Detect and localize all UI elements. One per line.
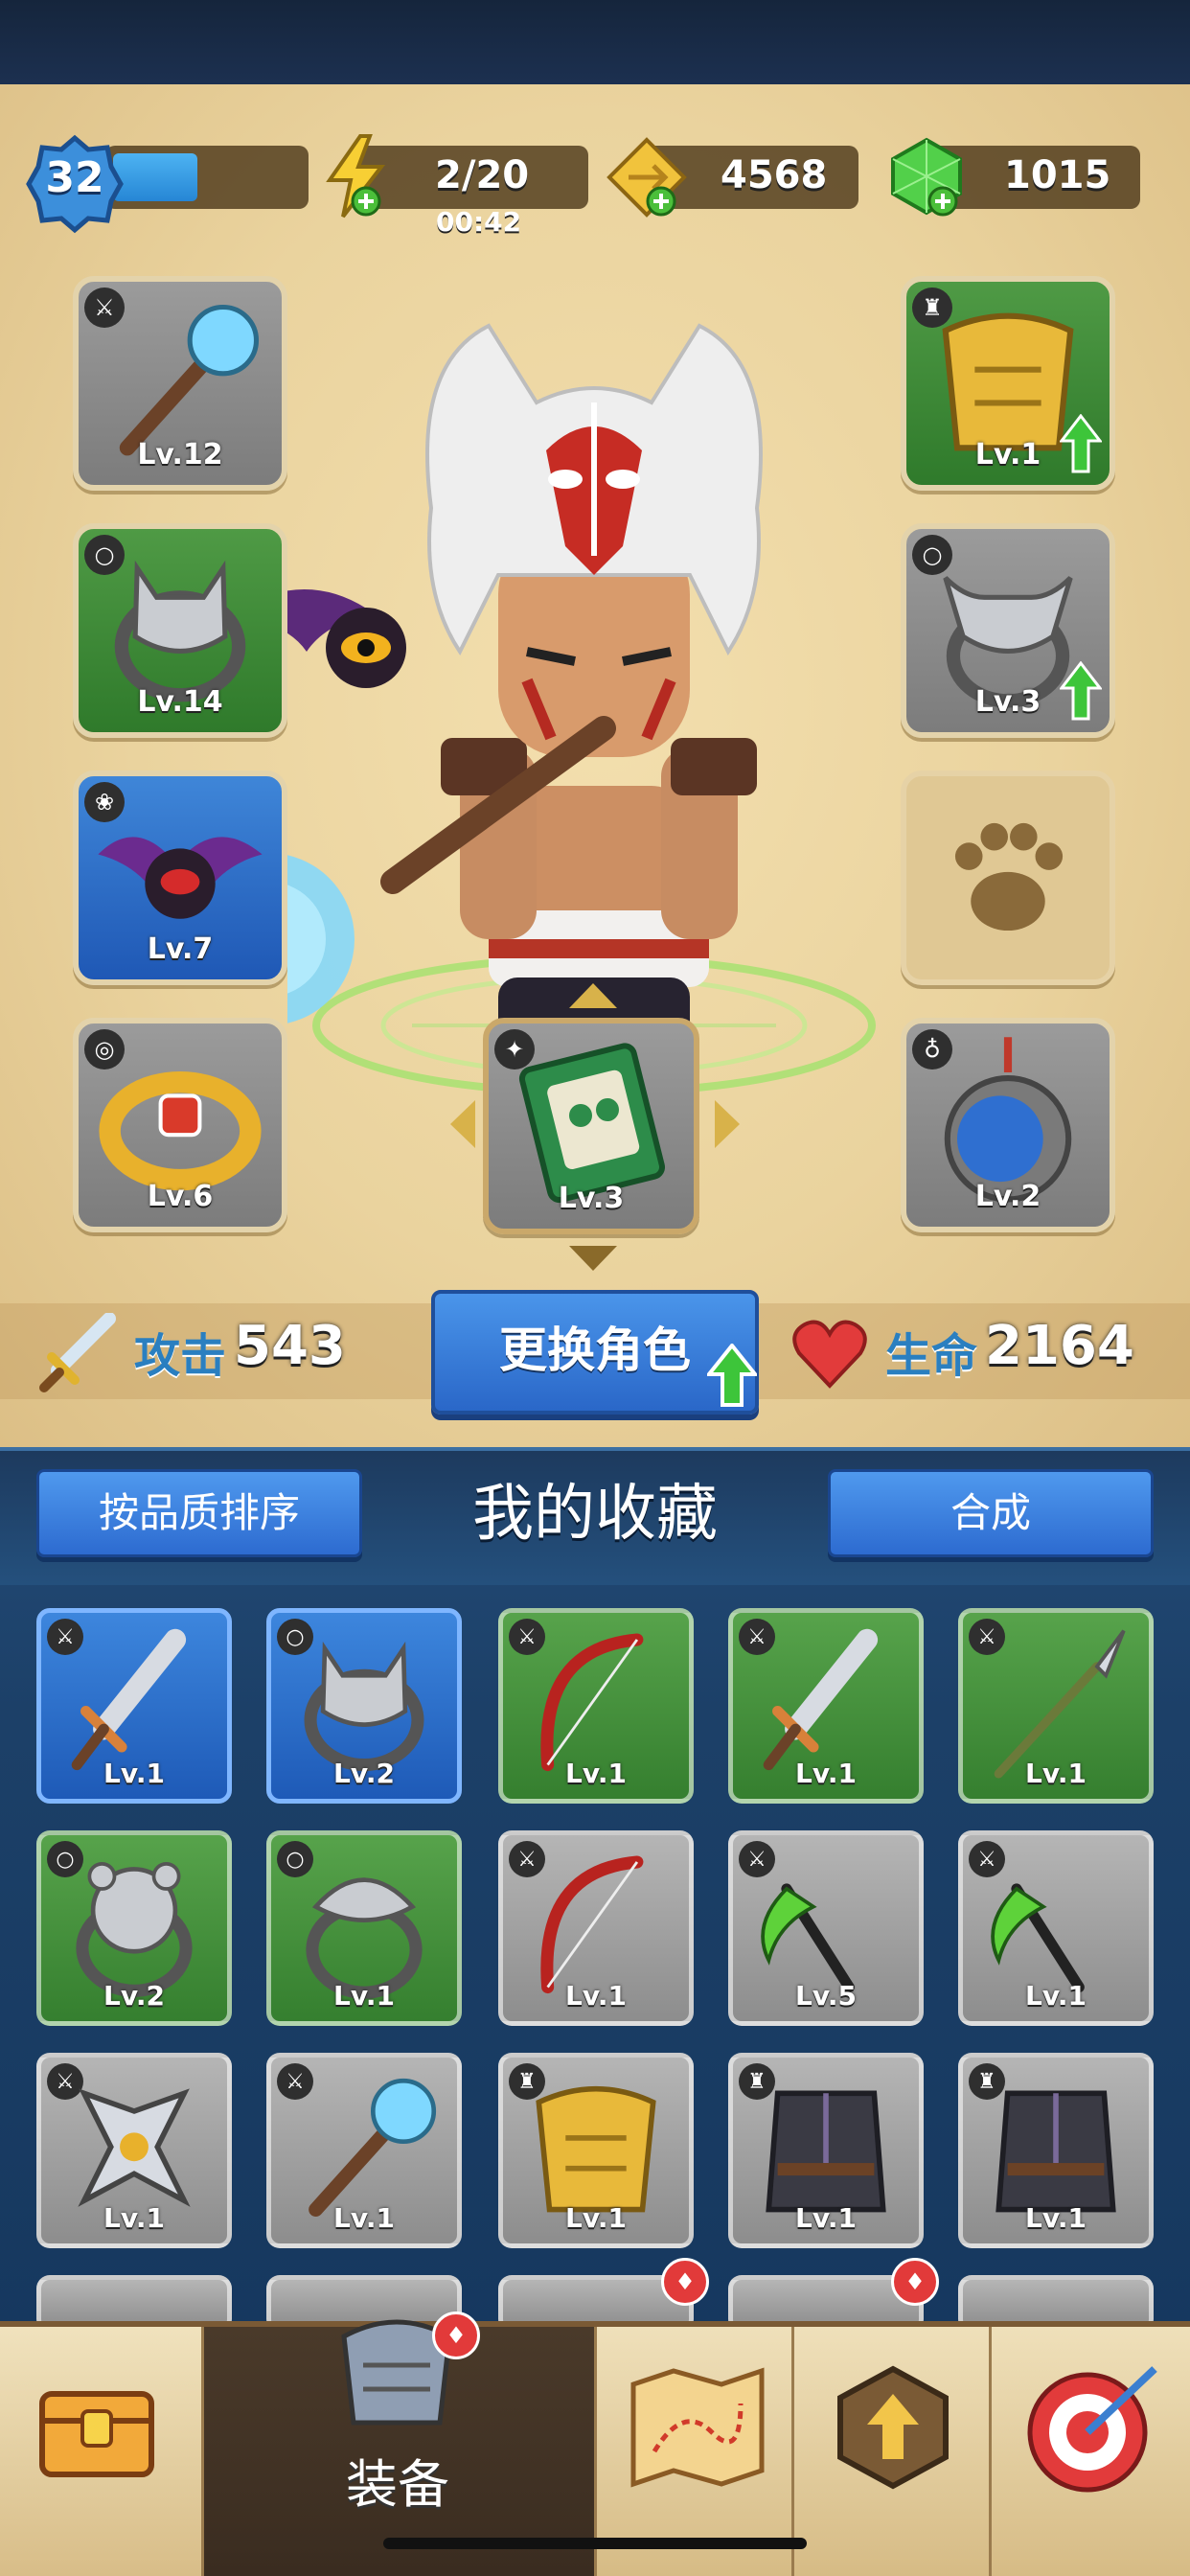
gem-value: 1015 [1004,153,1111,197]
upgrade-arrow-icon [707,1344,757,1407]
inventory-item[interactable]: ⚔ Lv.1 [266,2053,462,2248]
nav-tab-shop[interactable] [0,2327,201,2576]
equip-slot-book[interactable]: ✦ Lv.3 [483,1018,699,1234]
equip-slot-weapon[interactable]: ⚔ Lv.12 [73,276,287,491]
collection-title: 我的收藏 [472,1479,718,1550]
nav-tab-upgrade[interactable] [791,2327,989,2576]
upgrade-arrow-icon [1060,661,1102,721]
inventory-item[interactable]: ⚔ Lv.1 [728,1608,924,1804]
xp-bar [105,146,309,209]
upgrade-nav-icon [837,2365,949,2490]
arrow-up-icon[interactable] [569,981,617,1010]
energy-value: 2/20 [435,153,530,197]
item-level: Lv.1 [565,2202,627,2234]
equip-slot-armor[interactable]: ♜ Lv.1 [901,276,1115,491]
paw-icon [954,822,1064,932]
equip-slot-pet[interactable]: ❀ Lv.7 [73,770,287,985]
arrow-down-icon[interactable] [569,1244,617,1273]
item-level: Lv.5 [795,1980,857,2012]
item-level: Lv.1 [565,1980,627,2012]
status-bar [0,0,1190,84]
item-level: Lv.1 [103,1758,165,1789]
item-level: Lv.1 [795,2202,857,2234]
player-level: 32 [45,153,104,202]
inventory-item[interactable]: ○ Lv.1 [266,1830,462,2026]
inventory-item[interactable]: ⚔ Lv.1 [958,1830,1154,2026]
target-icon [1027,2366,1157,2493]
inventory-item[interactable]: ○ Lv.2 [266,1608,462,1804]
nav-equipment-label: 装备 [346,2454,449,2515]
inventory-item[interactable]: ♜ Lv.1 [728,2053,924,2248]
nav-tab-challenge[interactable] [989,2327,1190,2576]
new-item-badge-icon: ♦ [661,2258,709,2306]
green-gem-icon [891,137,962,217]
treasure-chest-icon [39,2391,154,2477]
equip-level: Lv.14 [137,685,223,719]
equip-level: Lv.6 [147,1180,214,1213]
energy-timer: 00:42 [436,206,522,238]
item-level: Lv.1 [103,2202,165,2234]
energy-lightning-icon [326,134,386,218]
player-level-badge[interactable]: 32 [25,134,125,234]
arrow-left-icon[interactable] [448,1100,477,1148]
inventory-item[interactable]: ⚔ Lv.1 [36,2053,232,2248]
inventory-item[interactable]: ⚔ Lv.1 [498,1830,694,2026]
inventory-item[interactable]: ⚔ Lv.1 [36,1608,232,1804]
equip-slot-amulet[interactable]: ♁ Lv.2 [901,1018,1115,1232]
equip-slot-ring[interactable]: ○ Lv.14 [73,523,287,738]
attack-value: 543 [234,1315,346,1377]
heart-icon [792,1320,867,1389]
equip-slot-bracelet[interactable]: ◎ Lv.6 [73,1018,287,1232]
equip-level: Lv.12 [137,438,223,472]
item-level: Lv.1 [1025,2202,1087,2234]
item-level: Lv.1 [795,1758,857,1789]
item-level: Lv.1 [1025,1980,1087,2012]
hp-value: 2164 [985,1315,1134,1377]
xp-fill [113,153,198,201]
sword-icon [39,1313,116,1392]
inventory-item[interactable]: ⚔ Lv.1 [498,1608,694,1804]
gold-value: 4568 [721,153,828,197]
item-level: Lv.1 [1025,1758,1087,1789]
home-indicator [383,2538,807,2549]
merge-button[interactable]: 合成 [828,1469,1154,1557]
equip-level: Lv.7 [147,932,214,966]
arrow-right-icon[interactable] [713,1100,742,1148]
inventory-item[interactable]: ○ Lv.2 [36,1830,232,2026]
item-level: Lv.1 [565,1758,627,1789]
sort-by-quality-button[interactable]: 按品质排序 [36,1469,362,1557]
equip-slot-pet[interactable] [901,770,1115,985]
upgrade-arrow-icon [1060,414,1102,473]
equip-level: Lv.3 [558,1182,625,1215]
gold-coin-icon [606,137,687,218]
item-level: Lv.1 [333,1980,395,2012]
new-item-badge-icon: ♦ [891,2258,939,2306]
inventory-item[interactable]: ♜ Lv.1 [958,2053,1154,2248]
equip-slot-ring[interactable]: ○ Lv.3 [901,523,1115,738]
new-equipment-badge-icon: ♦ [432,2312,480,2359]
item-level: Lv.1 [333,2202,395,2234]
hp-label: 生命 [885,1329,978,1383]
inventory-item[interactable]: ♜ Lv.1 [498,2053,694,2248]
energy-counter[interactable]: 2/20 [356,146,588,209]
inventory-item[interactable]: ⚔ Lv.1 [958,1608,1154,1804]
equip-level: Lv.2 [974,1180,1041,1213]
item-level: Lv.2 [103,1980,165,2012]
attack-label: 攻击 [134,1329,227,1383]
map-icon [630,2367,765,2488]
inventory-item[interactable]: ⚔ Lv.5 [728,1830,924,2026]
item-level: Lv.2 [333,1758,395,1789]
